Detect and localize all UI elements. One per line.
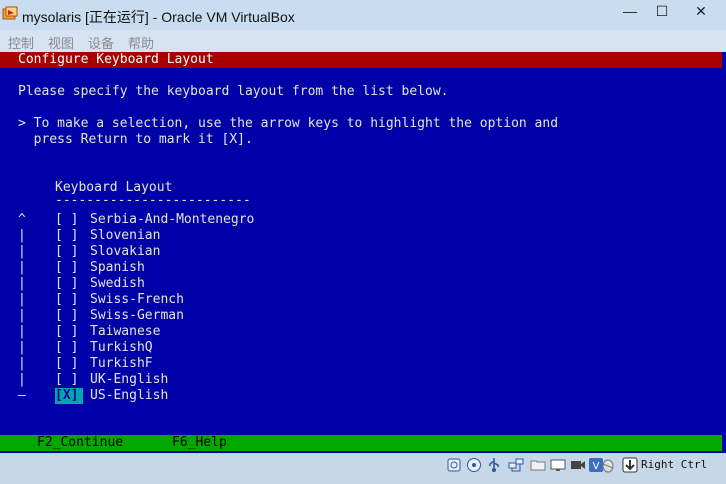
scroll-indicator: | bbox=[18, 276, 26, 291]
column-rule: ------------------------- bbox=[55, 193, 251, 208]
scroll-indicator: | bbox=[18, 292, 26, 307]
layout-checkbox[interactable]: [ ] bbox=[55, 324, 83, 340]
minimize-button[interactable]: — bbox=[616, 0, 644, 22]
hint-line-2: press Return to mark it [X]. bbox=[18, 132, 253, 147]
menu-machine[interactable]: 控制 bbox=[8, 33, 34, 52]
installer-header: Configure Keyboard Layout bbox=[18, 52, 214, 67]
video-capture-icon[interactable] bbox=[570, 457, 586, 473]
layout-checkbox[interactable]: [ ] bbox=[55, 340, 83, 356]
layout-checkbox[interactable]: [ ] bbox=[55, 228, 83, 244]
layout-checkbox[interactable]: [ ] bbox=[55, 244, 83, 260]
layout-label: Slovakian bbox=[90, 244, 161, 259]
scroll-indicator: | bbox=[18, 324, 26, 339]
layout-checkbox[interactable]: [X] bbox=[55, 388, 83, 404]
scroll-indicator: | bbox=[18, 356, 26, 371]
f2-continue-key[interactable]: F2_Continue bbox=[37, 435, 123, 451]
layout-checkbox[interactable]: [ ] bbox=[55, 212, 83, 228]
optical-drive-icon[interactable] bbox=[466, 457, 482, 473]
layout-label: Serbia-And-Montenegro bbox=[90, 212, 255, 227]
layout-checkbox[interactable]: [ ] bbox=[55, 356, 83, 372]
f6-help-key[interactable]: F6_Help bbox=[172, 435, 227, 451]
scroll-indicator: | bbox=[18, 372, 26, 387]
layout-label: TurkishF bbox=[90, 356, 153, 371]
installer-footer-bar: F2_Continue F6_Help bbox=[0, 435, 722, 451]
hard-disk-icon[interactable] bbox=[446, 457, 462, 473]
mouse-integration-icon[interactable] bbox=[600, 457, 616, 473]
virtualbox-app-icon bbox=[2, 6, 18, 20]
layout-label: Taiwanese bbox=[90, 324, 161, 339]
layout-label: TurkishQ bbox=[90, 340, 153, 355]
layout-label: Slovenian bbox=[90, 228, 161, 243]
layout-label: Swedish bbox=[90, 276, 145, 291]
layout-checkbox[interactable]: [ ] bbox=[55, 308, 83, 324]
host-key-label: Right Ctrl bbox=[641, 458, 708, 471]
shared-folders-icon[interactable] bbox=[530, 457, 546, 473]
maximize-button[interactable]: ☐ bbox=[648, 0, 676, 22]
close-button[interactable]: ✕ bbox=[678, 0, 724, 22]
keyboard-capture-icon[interactable] bbox=[622, 457, 638, 473]
layout-label: Swiss-German bbox=[90, 308, 184, 323]
network-icon[interactable] bbox=[508, 457, 524, 473]
menu-bar: 控制 视图 设备 帮助 bbox=[0, 30, 726, 52]
display-icon[interactable] bbox=[550, 457, 566, 473]
guest-screen[interactable]: Configure Keyboard Layout Please specify… bbox=[0, 52, 726, 453]
layout-label: UK-English bbox=[90, 372, 169, 387]
layout-checkbox[interactable]: [ ] bbox=[55, 260, 83, 276]
window-title: mysolaris [正在运行] - Oracle VM VirtualBox bbox=[22, 9, 295, 25]
svg-text:V: V bbox=[593, 461, 600, 472]
scroll-indicator: | bbox=[18, 228, 26, 243]
hint-line-1: > To make a selection, use the arrow key… bbox=[18, 116, 559, 131]
scroll-indicator: | bbox=[18, 340, 26, 355]
scroll-indicator: — bbox=[18, 388, 26, 403]
instruction-text: Please specify the keyboard layout from … bbox=[18, 84, 449, 99]
layout-label: Swiss-French bbox=[90, 292, 184, 307]
menu-view[interactable]: 视图 bbox=[48, 33, 74, 52]
menu-devices[interactable]: 设备 bbox=[88, 33, 114, 52]
status-bar: V Right Ctrl bbox=[0, 453, 726, 484]
menu-help[interactable]: 帮助 bbox=[128, 33, 154, 52]
installer-header-bar: Configure Keyboard Layout bbox=[0, 52, 722, 68]
virtualbox-window: mysolaris [正在运行] - Oracle VM VirtualBox … bbox=[0, 0, 726, 484]
scroll-indicator: | bbox=[18, 308, 26, 323]
scroll-indicator: | bbox=[18, 244, 26, 259]
scroll-indicator: | bbox=[18, 260, 26, 275]
layout-checkbox[interactable]: [ ] bbox=[55, 292, 83, 308]
layout-checkbox[interactable]: [ ] bbox=[55, 372, 83, 388]
scroll-indicator: ^ bbox=[18, 212, 26, 227]
usb-icon[interactable] bbox=[486, 457, 502, 473]
title-bar[interactable]: mysolaris [正在运行] - Oracle VM VirtualBox … bbox=[0, 0, 726, 30]
layout-label: US-English bbox=[90, 388, 169, 403]
layout-checkbox[interactable]: [ ] bbox=[55, 276, 83, 292]
layout-label: Spanish bbox=[90, 260, 145, 275]
